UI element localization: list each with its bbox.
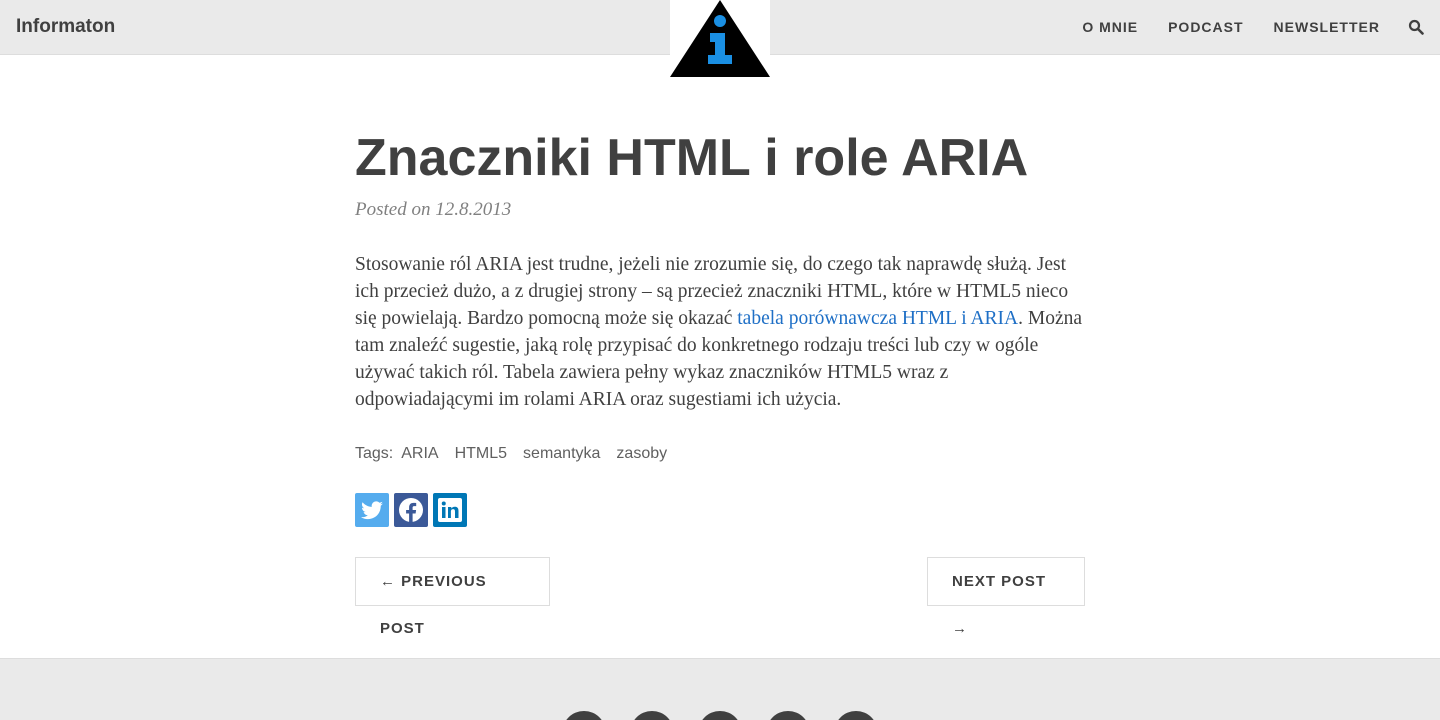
post-body: Stosowanie ról ARIA jest trudne, jeżeli … [355, 251, 1085, 413]
footer-social-icon[interactable] [562, 711, 606, 720]
footer [0, 658, 1440, 720]
brand-link[interactable]: Informaton [16, 16, 115, 38]
share-linkedin-button[interactable] [433, 493, 467, 527]
previous-post-button[interactable]: ← PREVIOUS POST [355, 557, 550, 637]
search-icon [1408, 19, 1424, 35]
facebook-icon [399, 498, 423, 523]
tags-label: Tags: [355, 445, 394, 462]
post-meta: Posted on 12.8.2013 [355, 199, 512, 220]
info-logo-icon [670, 0, 770, 77]
next-post-button[interactable]: NEXT POST → [927, 557, 1085, 637]
nav-item-o-mnie[interactable]: O MNIE [1082, 19, 1138, 35]
linkedin-icon [438, 498, 462, 522]
post-tags: Tags: ARIA HTML5 semantyka zasoby [355, 445, 1085, 463]
site-logo[interactable] [670, 0, 770, 77]
search-button[interactable] [1408, 19, 1426, 37]
footer-social-icon[interactable] [630, 711, 674, 720]
tag-zasoby[interactable]: zasoby [616, 445, 667, 463]
tag-html5[interactable]: HTML5 [455, 445, 507, 463]
footer-social-icon[interactable] [766, 711, 810, 720]
comparison-table-link[interactable]: tabela porównawcza HTML i ARIA [737, 308, 1018, 329]
nav-item-newsletter[interactable]: NEWSLETTER [1274, 19, 1380, 35]
post-article: Znaczniki HTML i role ARIA Posted on 12.… [355, 120, 1085, 637]
main-nav: O MNIE PODCAST NEWSLETTER [1082, 19, 1380, 35]
nav-item-podcast[interactable]: PODCAST [1168, 19, 1243, 35]
twitter-icon [361, 501, 383, 520]
share-twitter-button[interactable] [355, 493, 389, 527]
footer-social-icon[interactable] [698, 711, 742, 720]
tag-aria[interactable]: ARIA [401, 445, 438, 463]
footer-social-icon[interactable] [834, 711, 878, 720]
share-facebook-button[interactable] [394, 493, 428, 527]
post-pager: ← PREVIOUS POST NEXT POST → [355, 557, 1085, 637]
share-buttons [355, 493, 1085, 527]
tag-semantyka[interactable]: semantyka [523, 445, 600, 463]
post-title: Znaczniki HTML i role ARIA [355, 129, 1029, 187]
footer-social-icons [562, 711, 878, 720]
